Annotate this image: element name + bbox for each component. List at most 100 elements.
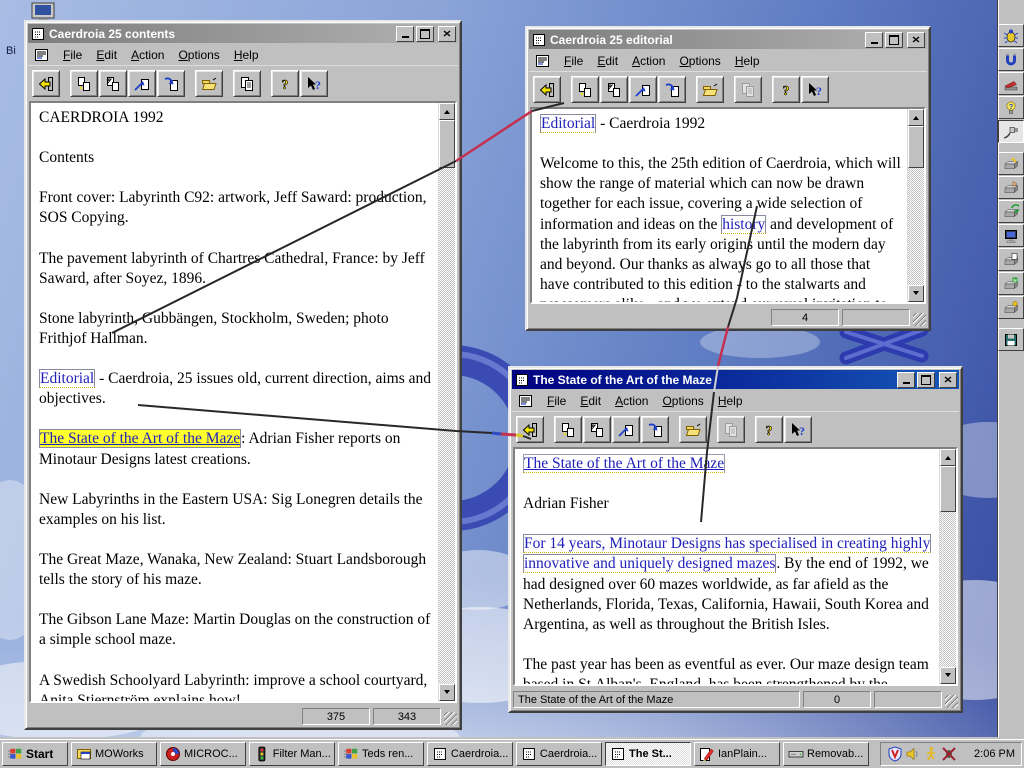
taskbar-button-the-st[interactable]: The St... <box>605 742 691 766</box>
menu-file[interactable]: File <box>56 46 89 64</box>
replace-pages-button[interactable] <box>583 416 611 443</box>
titlebar[interactable]: The State of the Art of the Maze <box>512 370 959 389</box>
scroll-down-button[interactable] <box>439 684 455 701</box>
scroll-up-button[interactable] <box>908 109 924 126</box>
copy-pages-button[interactable] <box>554 416 582 443</box>
help-button[interactable] <box>772 76 800 103</box>
scrollbar-track[interactable] <box>439 120 455 684</box>
document-menu-icon[interactable] <box>30 46 54 64</box>
back-button[interactable] <box>32 70 60 97</box>
context-help-button[interactable] <box>784 416 812 443</box>
resize-grip[interactable] <box>913 313 926 326</box>
taskbar-button-moworks[interactable]: MOWorks <box>71 742 157 766</box>
virus-tray-icon[interactable] <box>941 746 957 762</box>
minimize-button[interactable] <box>897 371 915 388</box>
context-help-button[interactable] <box>300 70 328 97</box>
taskbar-button-removab[interactable]: Removab... <box>783 742 869 766</box>
titlebar[interactable]: Caerdroia 25 editorial <box>529 30 927 49</box>
document-menu-icon[interactable] <box>514 392 538 410</box>
connect-button[interactable] <box>998 120 1024 143</box>
link-out-button[interactable] <box>128 70 156 97</box>
menu-edit[interactable]: Edit <box>590 52 625 70</box>
disk-sync-button[interactable] <box>998 200 1024 223</box>
back-button[interactable] <box>533 76 561 103</box>
link[interactable]: The State of the Art of the Maze <box>39 429 242 449</box>
copy-doc-button[interactable] <box>717 416 745 443</box>
close-button[interactable] <box>939 371 957 388</box>
taskbar-button-caerdroia[interactable]: Caerdroia... <box>427 742 513 766</box>
link[interactable]: Editorial <box>39 369 96 389</box>
replace-pages-button[interactable] <box>99 70 127 97</box>
taskbar-button-caerdroia[interactable]: Caerdroia... <box>516 742 602 766</box>
menu-action[interactable]: Action <box>608 392 655 410</box>
menu-options[interactable]: Options <box>655 392 710 410</box>
scrollbar-track[interactable] <box>908 126 924 285</box>
vertical-scrollbar[interactable] <box>939 449 956 684</box>
minimize-button[interactable] <box>865 31 883 48</box>
link-in-button[interactable] <box>157 70 185 97</box>
window-system-icon[interactable] <box>30 26 46 42</box>
disk-eject-button[interactable] <box>998 176 1024 199</box>
disk-doc-button[interactable] <box>998 248 1024 271</box>
maximize-button[interactable] <box>416 25 434 42</box>
taskbar-button-filter-man[interactable]: Filter Man... <box>249 742 335 766</box>
link-out-button[interactable] <box>629 76 657 103</box>
taskbar-button-microc[interactable]: MICROC... <box>160 742 246 766</box>
help-button[interactable] <box>271 70 299 97</box>
menu-file[interactable]: File <box>557 52 590 70</box>
menu-action[interactable]: Action <box>124 46 171 64</box>
link-in-button[interactable] <box>658 76 686 103</box>
menu-options[interactable]: Options <box>672 52 727 70</box>
minimize-button[interactable] <box>396 25 414 42</box>
link[interactable]: Editorial <box>540 114 597 133</box>
scroll-down-button[interactable] <box>940 667 956 684</box>
link[interactable]: The State of the Art of the Maze <box>523 454 726 473</box>
start-button[interactable]: Start <box>2 742 68 766</box>
magnet-button[interactable] <box>998 48 1024 71</box>
open-folder-button[interactable] <box>195 70 223 97</box>
context-help-button[interactable] <box>801 76 829 103</box>
vertical-scrollbar[interactable] <box>907 109 924 302</box>
copy-pages-button[interactable] <box>70 70 98 97</box>
drive-archive-button[interactable] <box>998 296 1024 319</box>
link-in-button[interactable] <box>641 416 669 443</box>
resize-grip[interactable] <box>444 712 457 725</box>
scrollbar-thumb[interactable] <box>940 466 956 512</box>
close-button[interactable] <box>438 25 456 42</box>
clock[interactable]: 2:06 PM <box>974 748 1015 760</box>
stapler-button[interactable] <box>998 72 1024 95</box>
open-folder-button[interactable] <box>696 76 724 103</box>
idea-button[interactable] <box>998 96 1024 119</box>
desktop-icon-label[interactable]: Bi <box>6 45 16 57</box>
scroll-up-button[interactable] <box>439 103 455 120</box>
copy-doc-button[interactable] <box>233 70 261 97</box>
document-menu-icon[interactable] <box>531 52 555 70</box>
titlebar[interactable]: Caerdroia 25 contents <box>28 24 458 43</box>
close-button[interactable] <box>907 31 925 48</box>
scroll-up-button[interactable] <box>940 449 956 466</box>
link[interactable]: history <box>721 214 767 234</box>
bug-button[interactable] <box>998 24 1024 47</box>
menu-action[interactable]: Action <box>625 52 672 70</box>
scheduler-tray-icon[interactable] <box>923 746 939 762</box>
vertical-scrollbar[interactable] <box>438 103 455 701</box>
maximize-button[interactable] <box>885 31 903 48</box>
drive-network-button[interactable] <box>998 272 1024 295</box>
menu-help[interactable]: Help <box>227 46 266 64</box>
link-out-button[interactable] <box>612 416 640 443</box>
scrollbar-thumb[interactable] <box>908 126 924 168</box>
floppy-button[interactable] <box>998 328 1024 351</box>
taskbar-button-ianplain[interactable]: IanPlain... <box>694 742 780 766</box>
help-button[interactable] <box>755 416 783 443</box>
maximize-button[interactable] <box>917 371 935 388</box>
scrollbar-thumb[interactable] <box>439 120 455 168</box>
window-system-icon[interactable] <box>514 372 530 388</box>
menu-edit[interactable]: Edit <box>89 46 124 64</box>
replace-pages-button[interactable] <box>600 76 628 103</box>
copy-doc-button[interactable] <box>734 76 762 103</box>
display-button[interactable] <box>998 224 1024 247</box>
taskbar-button-teds-ren[interactable]: Teds ren... <box>338 742 424 766</box>
resize-grip[interactable] <box>945 695 958 708</box>
back-button[interactable] <box>516 416 544 443</box>
scrollbar-track[interactable] <box>940 466 956 667</box>
